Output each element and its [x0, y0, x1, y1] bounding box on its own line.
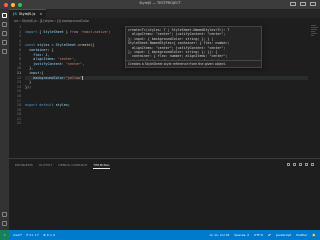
toggle-panel-icon[interactable] [300, 2, 306, 6]
minimap[interactable] [310, 24, 320, 158]
tab-stylejs[interactable]: JS StyleJS.js × [9, 9, 47, 18]
new-terminal-icon[interactable] [287, 163, 290, 166]
trash-icon[interactable] [299, 163, 302, 166]
problems-count[interactable]: ⊗ 0 ⚠ 0 [43, 233, 55, 237]
maximize-panel-icon[interactable] [305, 163, 308, 166]
panel-tab-problems[interactable]: PROBLEMS [15, 163, 33, 169]
toggle-sidebar-icon[interactable] [290, 2, 296, 6]
title-bar: StyleJS — TESTPROJECT [0, 0, 320, 9]
status-item[interactable]: Prettier [296, 233, 307, 237]
activity-bar [0, 9, 9, 230]
panel-tab-debug-console[interactable]: DEBUG CONSOLE [58, 163, 87, 169]
source-control-icon[interactable] [2, 31, 7, 36]
activity-bottom [0, 208, 9, 226]
close-tab-icon[interactable]: × [39, 12, 42, 16]
code-editor[interactable]: 1 2 3 4 5 6 7 8 9 10 11 12 13 14 15 16 17 18 19 20 21 22 impo… [9, 24, 320, 158]
run-debug-icon[interactable] [2, 40, 7, 45]
remote-indicator-icon[interactable]: ⌁ [0, 230, 9, 240]
window-title: StyleJS — TESTPROJECT [139, 1, 181, 5]
explorer-icon[interactable] [2, 13, 7, 18]
search-icon[interactable] [2, 22, 7, 27]
extensions-icon[interactable] [2, 49, 7, 54]
split-terminal-icon[interactable] [293, 163, 296, 166]
js-file-icon: JS [13, 12, 17, 16]
hover-signature: create<T>(styles: T | StyleSheet.NamedSt… [126, 27, 261, 61]
status-bar: ⌁ main* ⟳ 0↓ 1↑ ⊗ 0 ⚠ 0 Ln 11, Col 32 Spa… [0, 230, 320, 240]
account-icon[interactable] [2, 212, 7, 217]
status-item[interactable]: Spaces: 2 [234, 233, 249, 237]
status-item[interactable]: Ln 11, Col 32 [210, 233, 230, 237]
status-left: main* ⟳ 0↓ 1↑ ⊗ 0 ⚠ 0 [13, 233, 55, 237]
code-line: export default styles; [25, 103, 70, 108]
git-sync[interactable]: ⟳ 0↓ 1↑ [26, 233, 39, 237]
close-panel-icon[interactable] [311, 163, 314, 166]
hover-doc: Creates a StyleSheet style reference fro… [126, 60, 261, 67]
status-item[interactable]: JavaScript [276, 233, 291, 237]
settings-gear-icon[interactable] [2, 221, 7, 226]
status-item[interactable]: UTF-8 [254, 233, 263, 237]
line-number: 22 [16, 121, 21, 126]
tab-label: StyleJS.js [18, 12, 36, 16]
bottom-panel: PROBLEMS OUTPUT DEBUG CONSOLE TERMINAL [9, 158, 320, 230]
line-number-gutter: 1 2 3 4 5 6 7 8 9 10 11 12 13 14 15 16 17 18 19 20 21 22 [9, 25, 23, 126]
panel-tab-output[interactable]: OUTPUT [39, 163, 52, 169]
layout-controls [290, 2, 316, 6]
editor-tab-bar: JS StyleJS.js × [9, 9, 320, 18]
status-right: Ln 11, Col 32 Spaces: 2 UTF-8 LF JavaScript P… [210, 233, 316, 237]
panel-tab-terminal[interactable]: TERMINAL [93, 163, 111, 169]
panel-actions [287, 163, 314, 166]
panel-tabs: PROBLEMS OUTPUT DEBUG CONSOLE TERMINAL [9, 159, 320, 169]
git-branch[interactable]: main* [13, 233, 22, 237]
layout-icon[interactable] [310, 2, 316, 6]
hover-tooltip: create<T>(styles: T | StyleSheet.NamedSt… [125, 26, 262, 68]
status-item[interactable]: 🔔 [312, 233, 316, 237]
status-item[interactable]: LF [268, 233, 271, 237]
text-cursor [82, 75, 83, 80]
